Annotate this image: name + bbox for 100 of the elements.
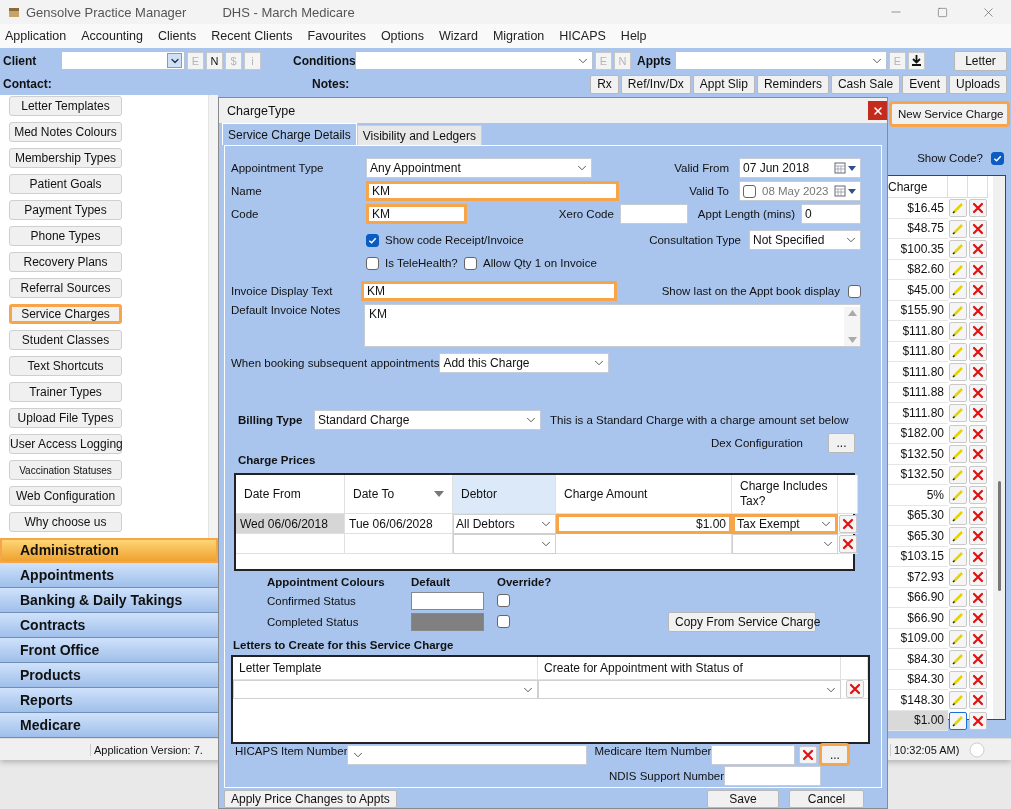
toolbar-button[interactable]: Cash Sale — [830, 74, 901, 94]
sidebar-item[interactable]: Upload File Types — [9, 408, 122, 428]
checkbox[interactable] — [743, 184, 756, 198]
delete-button[interactable] — [969, 260, 987, 279]
subsequent-booking-select[interactable]: Add this Charge — [439, 353, 610, 373]
maximize-icon[interactable] — [936, 6, 948, 18]
scrollbar[interactable] — [993, 176, 1005, 719]
toolbar-button[interactable]: Appt Slip — [692, 74, 755, 94]
menu-item[interactable]: Recent Clients — [211, 29, 293, 43]
tab[interactable]: Service Charge Details — [222, 123, 357, 145]
tax-select[interactable]: Tax Exempt — [732, 514, 838, 534]
delete-button[interactable] — [839, 534, 857, 553]
sidebar-item[interactable]: Vaccination Statuses — [9, 460, 122, 480]
valid-from-date-picker[interactable]: 07 Jun 2018 — [739, 158, 861, 178]
delete-button[interactable] — [969, 527, 987, 545]
checkbox[interactable] — [848, 284, 861, 298]
code-input[interactable]: KM — [366, 204, 467, 224]
invoice-display-text-input[interactable]: KM — [361, 281, 617, 301]
appointment-type-select[interactable]: Any Appointment — [366, 158, 592, 178]
column-header[interactable]: Date From — [236, 475, 345, 514]
nav-section[interactable]: Products — [0, 663, 218, 688]
colour-swatch[interactable] — [411, 591, 484, 610]
delete-button[interactable] — [969, 465, 987, 484]
calendar-icon[interactable] — [834, 185, 858, 197]
delete-button[interactable] — [969, 383, 987, 402]
close-button[interactable] — [868, 101, 887, 120]
xero-code-input[interactable] — [619, 204, 688, 224]
delete-button[interactable] — [839, 514, 857, 533]
delete-button[interactable] — [969, 486, 987, 504]
sidebar-item[interactable]: Med Notes Colours — [9, 122, 122, 142]
column-header[interactable]: Date To — [345, 475, 453, 514]
toolbar-button[interactable]: Reminders — [756, 74, 829, 94]
debtor-select[interactable]: All Debtors — [453, 514, 556, 534]
sidebar-item[interactable]: Patient Goals — [9, 174, 122, 194]
delete-button[interactable] — [969, 363, 987, 381]
menu-item[interactable]: Help — [620, 29, 647, 43]
checkbox[interactable] — [366, 256, 379, 270]
delete-button[interactable] — [969, 506, 987, 525]
delete-button[interactable] — [969, 609, 987, 627]
delete-button[interactable] — [969, 629, 987, 648]
new-service-charge-button[interactable]: New Service Charge — [891, 103, 1008, 125]
clear-button[interactable] — [799, 746, 818, 764]
sidebar-item[interactable]: Membership Types — [9, 148, 122, 168]
sidebar-item[interactable]: Why choose us — [9, 512, 122, 532]
delete-button[interactable] — [969, 301, 987, 320]
consultation-type-select[interactable]: Not Specified — [749, 230, 861, 250]
sidebar-item[interactable]: Student Classes — [9, 330, 122, 350]
delete-button[interactable] — [969, 404, 987, 422]
menu-item[interactable]: HICAPS — [559, 29, 606, 43]
invoice-notes-textarea[interactable]: KM — [364, 304, 861, 347]
nav-section[interactable]: Banking & Daily Takings — [0, 588, 218, 613]
checkbox[interactable] — [497, 594, 510, 607]
delete-button[interactable] — [969, 445, 987, 463]
ndis-support-input[interactable] — [724, 766, 822, 786]
nav-section[interactable]: Front Office — [0, 638, 218, 663]
menu-item[interactable]: Application — [5, 29, 67, 43]
nav-section[interactable]: Administration — [0, 538, 218, 563]
client-combo[interactable] — [61, 51, 185, 70]
column-header[interactable]: Letter Template — [233, 657, 538, 680]
appt-length-input[interactable]: 0 — [801, 204, 861, 224]
checkbox[interactable] — [991, 151, 1004, 165]
delete-button[interactable] — [969, 588, 987, 607]
sidebar-item[interactable]: Service Charges — [9, 304, 122, 324]
delete-button[interactable] — [969, 691, 987, 709]
edit-button[interactable] — [949, 711, 967, 730]
delete-button[interactable] — [845, 680, 864, 698]
nav-section[interactable]: Reports — [0, 688, 218, 713]
sidebar-item[interactable]: Payment Types — [9, 200, 122, 220]
menu-item[interactable]: Clients — [158, 29, 197, 43]
sidebar-item[interactable]: Trainer Types — [9, 382, 122, 402]
dropdown-icon[interactable] — [167, 53, 182, 68]
nav-section[interactable]: Appointments — [0, 563, 218, 588]
medicare-lookup-button[interactable]: ... — [821, 745, 849, 764]
column-header[interactable]: Charge Amount — [556, 475, 732, 514]
checkbox[interactable] — [366, 233, 379, 247]
dex-configuration-button[interactable]: ... — [828, 433, 855, 453]
valid-to-date-picker[interactable]: 08 May 2023 — [739, 181, 861, 201]
menu-item[interactable]: Favourites — [307, 29, 366, 43]
checkbox[interactable] — [464, 256, 477, 270]
delete-button[interactable] — [969, 322, 987, 340]
column-header[interactable]: Create for Appointment with Status of — [538, 657, 841, 680]
delete-button[interactable] — [969, 568, 987, 586]
delete-button[interactable] — [969, 650, 987, 668]
delete-button[interactable] — [969, 219, 987, 238]
delete-button[interactable] — [969, 240, 987, 258]
sidebar-item[interactable]: Text Shortcuts — [9, 356, 122, 376]
delete-button[interactable] — [969, 199, 987, 217]
sidebar-item[interactable]: Referral Sources — [9, 278, 122, 298]
nav-section[interactable]: Contracts — [0, 613, 218, 638]
menu-item[interactable]: Migration — [492, 29, 545, 43]
delete-button[interactable] — [969, 547, 987, 566]
delete-button[interactable] — [969, 342, 987, 361]
delete-button[interactable] — [969, 281, 987, 299]
sidebar-item[interactable]: Phone Types — [9, 226, 122, 246]
save-button[interactable]: Save — [707, 790, 779, 808]
colour-swatch[interactable] — [411, 612, 484, 631]
delete-button[interactable] — [969, 424, 987, 443]
sidebar-item[interactable]: Letter Templates — [9, 96, 122, 116]
medicare-item-input[interactable] — [711, 745, 796, 765]
letter-button[interactable]: Letter — [954, 50, 1007, 71]
